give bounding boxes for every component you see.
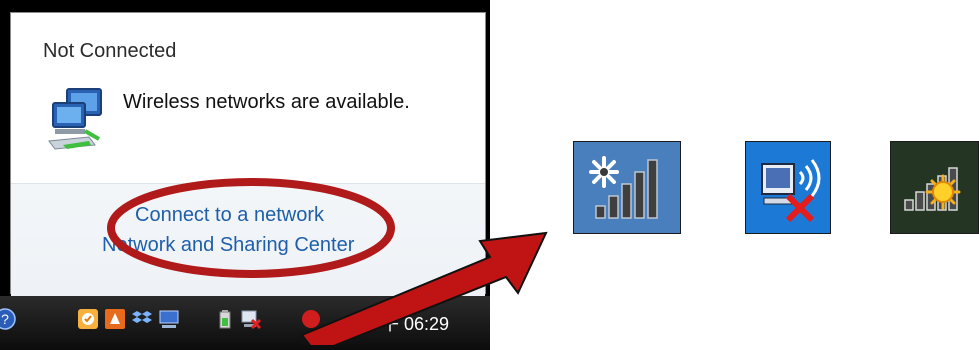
help-icon[interactable]: ? bbox=[0, 308, 16, 330]
display-icon[interactable] bbox=[158, 308, 180, 330]
network-sharing-center-link[interactable]: Network and Sharing Center bbox=[102, 234, 354, 257]
svg-text:?: ? bbox=[1, 311, 9, 327]
network-flyout: Not Connected Wireless networks are avai… bbox=[10, 12, 486, 296]
network-disconnected-icon[interactable] bbox=[240, 308, 262, 330]
power-icon[interactable] bbox=[214, 308, 236, 330]
ppstream-icon[interactable] bbox=[104, 308, 126, 330]
network-computers-icon bbox=[48, 88, 102, 150]
wireless-searching-icon bbox=[573, 141, 681, 234]
taskbar: ? 下午 06:29 bbox=[0, 296, 490, 350]
dropbox-icon[interactable] bbox=[131, 308, 153, 330]
wireless-limited-icon bbox=[890, 141, 979, 234]
outlook-icon[interactable] bbox=[77, 308, 99, 330]
taskbar-clock[interactable]: 下午 06:29 bbox=[363, 310, 449, 336]
connection-status-title: Not Connected bbox=[43, 40, 177, 62]
screenshot-frame: Not Connected Wireless networks are avai… bbox=[0, 0, 490, 350]
connect-to-network-link[interactable]: Connect to a network bbox=[135, 204, 324, 227]
wireless-disconnected-icon bbox=[745, 141, 831, 234]
antivirus-icon[interactable] bbox=[300, 308, 322, 330]
wireless-available-message: Wireless networks are available. bbox=[123, 91, 410, 113]
